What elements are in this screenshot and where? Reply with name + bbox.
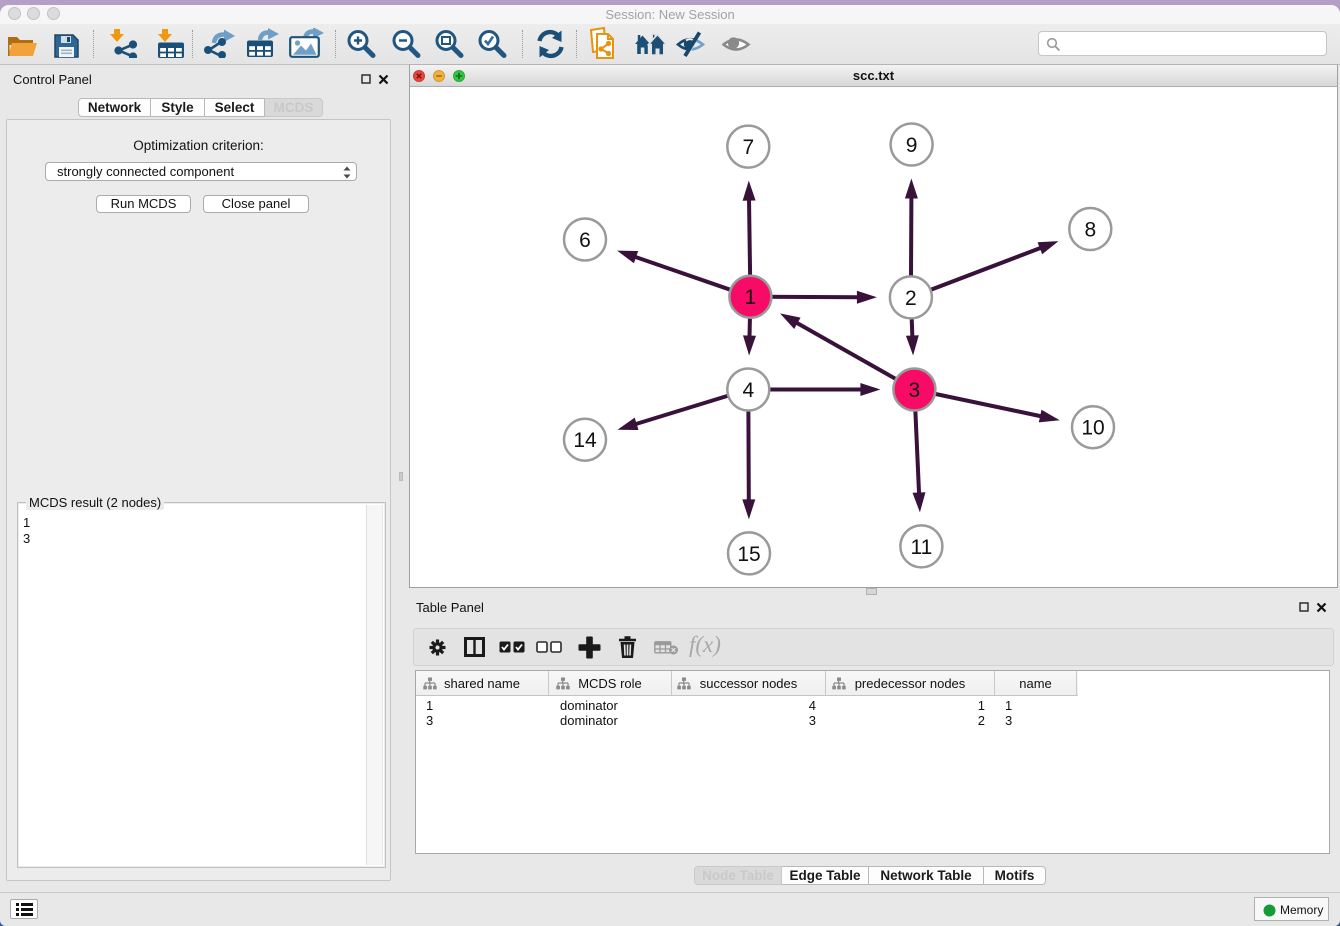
svg-text:4: 4 — [742, 379, 754, 402]
svg-text:15: 15 — [737, 543, 760, 566]
svg-text:10: 10 — [1081, 417, 1104, 440]
svg-text:1: 1 — [745, 286, 757, 309]
svg-text:7: 7 — [742, 136, 754, 159]
svg-text:2: 2 — [905, 287, 917, 310]
svg-text:3: 3 — [909, 379, 921, 402]
svg-text:8: 8 — [1084, 219, 1096, 242]
svg-text:14: 14 — [573, 429, 597, 452]
svg-text:6: 6 — [579, 229, 591, 252]
svg-text:9: 9 — [906, 134, 918, 157]
svg-text:11: 11 — [910, 536, 932, 559]
